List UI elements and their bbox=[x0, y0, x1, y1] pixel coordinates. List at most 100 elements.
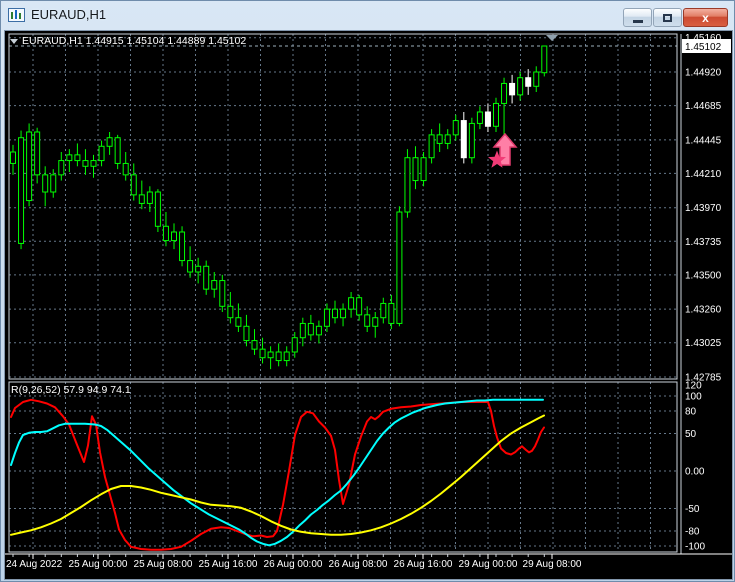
time-axis-label: 26 Aug 16:00 bbox=[394, 559, 453, 570]
candle-body bbox=[235, 317, 242, 327]
titlebar[interactable]: EURAUD,H1 x bbox=[1, 1, 734, 30]
candle-body bbox=[26, 131, 33, 202]
indicator-header-label: R(9,26,52) 57.9 94.9 74.1 bbox=[11, 384, 131, 396]
indicator-axis-label: -80 bbox=[685, 527, 700, 538]
candle-body bbox=[138, 194, 145, 204]
candle-body bbox=[162, 225, 169, 242]
candle-body bbox=[517, 77, 524, 96]
candle-body bbox=[404, 157, 411, 213]
candle-body bbox=[348, 297, 355, 310]
indicator-axis-label: -100 bbox=[685, 542, 705, 553]
time-axis-label: 25 Aug 16:00 bbox=[199, 559, 258, 570]
candle-body bbox=[98, 145, 105, 162]
chart-header-ohlc: EURAUD,H1 1.44915 1.45104 1.44889 1.4510… bbox=[22, 35, 246, 47]
candle-body bbox=[493, 102, 499, 127]
candle-body bbox=[444, 134, 451, 144]
candle-body bbox=[372, 317, 379, 327]
candle-body bbox=[259, 348, 266, 359]
time-axis-label: 25 Aug 00:00 bbox=[69, 559, 128, 570]
shift-marker-icon bbox=[546, 35, 558, 41]
candle-body bbox=[412, 157, 419, 182]
close-button[interactable]: x bbox=[683, 8, 728, 27]
candle-body bbox=[82, 160, 89, 167]
candle-body bbox=[356, 297, 363, 316]
candle-body bbox=[50, 174, 57, 193]
indicator-axis-label: -50 bbox=[685, 504, 700, 515]
candle-body bbox=[291, 337, 298, 353]
candle-body bbox=[388, 302, 395, 324]
symbol-dropdown-icon[interactable] bbox=[10, 39, 18, 44]
candle-body bbox=[436, 134, 443, 144]
candle-body bbox=[501, 82, 508, 104]
maximize-button[interactable] bbox=[653, 8, 682, 27]
candle-body bbox=[307, 322, 314, 336]
candle-body bbox=[315, 325, 322, 336]
candle-body bbox=[541, 45, 548, 74]
candle-body bbox=[66, 154, 73, 162]
candle-body bbox=[114, 137, 121, 164]
candle-body bbox=[533, 71, 540, 87]
time-axis-label: 25 Aug 08:00 bbox=[134, 559, 193, 570]
main-plot-frame bbox=[8, 33, 678, 380]
candle-body bbox=[130, 174, 137, 196]
price-axis-label: 1.44210 bbox=[685, 169, 722, 180]
candle-body bbox=[179, 231, 186, 262]
candle-body bbox=[452, 120, 459, 136]
candle-body bbox=[146, 191, 153, 204]
candle-body bbox=[340, 308, 347, 319]
candle-body bbox=[154, 191, 161, 227]
candle-body bbox=[283, 351, 290, 362]
indicator-axis-label: 0.00 bbox=[685, 467, 705, 478]
candle-body bbox=[90, 160, 97, 167]
candle-body bbox=[171, 231, 177, 242]
chart-window: EURAUD,H1 x 1.45160 1.44920 1.44685 1.44445… bbox=[0, 0, 735, 582]
candle-body bbox=[10, 151, 16, 164]
candle-body bbox=[195, 265, 202, 273]
price-axis-label: 1.43735 bbox=[685, 237, 722, 248]
candle-body bbox=[122, 162, 129, 176]
indicator-plot-frame bbox=[8, 381, 678, 553]
window-controls: x bbox=[623, 8, 728, 27]
candle-body bbox=[299, 322, 306, 339]
close-icon: x bbox=[702, 10, 709, 25]
candle-body bbox=[106, 137, 113, 147]
candle-body bbox=[484, 111, 491, 127]
candle-body bbox=[468, 122, 475, 159]
candle-body bbox=[323, 308, 330, 327]
candle-body bbox=[74, 154, 81, 162]
time-axis-label: 29 Aug 08:00 bbox=[523, 559, 582, 570]
candle-body bbox=[476, 111, 483, 124]
maximize-icon bbox=[663, 13, 672, 22]
candle-body bbox=[428, 134, 435, 159]
time-axis-label: 26 Aug 08:00 bbox=[329, 559, 388, 570]
time-axis-label: 26 Aug 00:00 bbox=[264, 559, 323, 570]
candle-body bbox=[58, 160, 65, 176]
indicator-axis-label: 120 bbox=[685, 381, 702, 392]
price-axis-label: 1.44445 bbox=[685, 135, 722, 146]
candle-body bbox=[380, 302, 387, 319]
indicator-axis-label: 80 bbox=[685, 407, 697, 418]
chart-canvas[interactable]: 1.451601.449201.446851.444451.442101.439… bbox=[5, 31, 732, 579]
candle-body bbox=[364, 314, 371, 327]
price-axis-label: 1.43970 bbox=[685, 203, 722, 214]
candle-body bbox=[42, 174, 49, 193]
app-icon bbox=[8, 7, 25, 23]
candle-body bbox=[396, 211, 403, 324]
candle-body bbox=[203, 265, 210, 290]
minimize-button[interactable] bbox=[623, 8, 652, 27]
candle-body bbox=[420, 157, 427, 182]
candle-body bbox=[187, 260, 194, 273]
candle-body bbox=[34, 131, 41, 176]
chart-client-area[interactable]: 1.45160 1.44920 1.44685 1.44445 1.44210 1.439… bbox=[4, 30, 733, 580]
candle-body bbox=[211, 280, 218, 290]
indicator-axis-label: 100 bbox=[685, 392, 702, 403]
candle-body bbox=[332, 308, 338, 319]
candle-body bbox=[525, 77, 532, 87]
price-axis-label: 1.43500 bbox=[685, 270, 722, 281]
candle-body bbox=[509, 82, 516, 96]
indicator-axis-label: 50 bbox=[685, 429, 697, 440]
window-title: EURAUD,H1 bbox=[31, 7, 107, 22]
price-axis-label: 1.43260 bbox=[685, 305, 722, 316]
current-price-label: 1.45102 bbox=[685, 42, 722, 53]
price-axis-label: 1.44920 bbox=[685, 68, 722, 79]
